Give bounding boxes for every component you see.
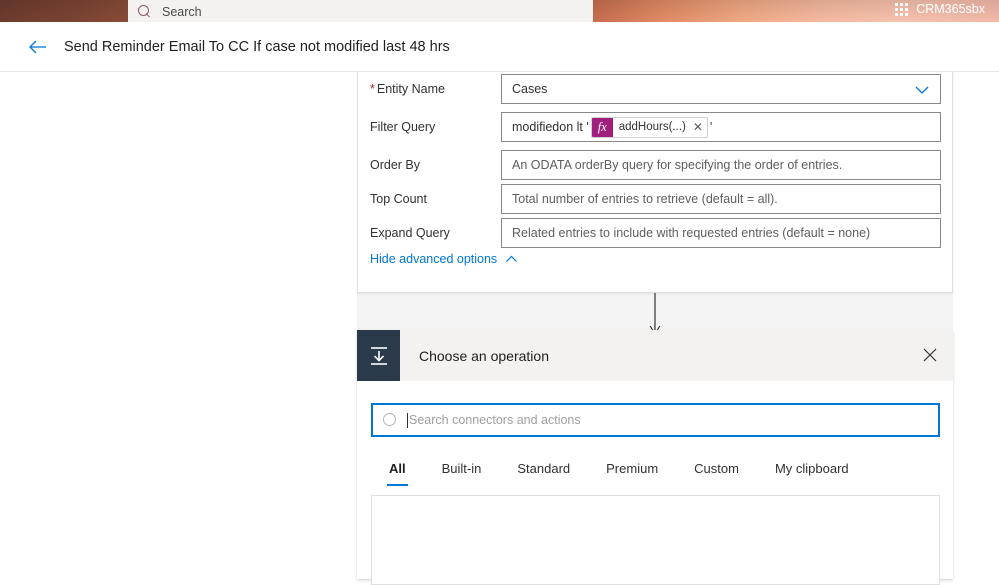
operation-panel-title: Choose an operation bbox=[419, 347, 549, 364]
top-count-placeholder: Total number of entries to retrieve (def… bbox=[512, 192, 778, 206]
expression-token[interactable]: fx addHours(...) ✕ bbox=[590, 116, 708, 138]
expand-query-input[interactable]: Related entries to include with requeste… bbox=[501, 218, 941, 248]
field-row-expand-query: Expand Query Related entries to include … bbox=[358, 216, 954, 250]
entity-name-value: Cases bbox=[512, 82, 548, 96]
tab-standard-label: Standard bbox=[517, 460, 571, 476]
fx-icon: fx bbox=[591, 117, 613, 137]
flow-designer-canvas: * Entity Name Cases Filter Query modified… bbox=[0, 72, 999, 585]
action-card-list-records: * Entity Name Cases Filter Query modified… bbox=[357, 72, 953, 293]
entity-name-dropdown[interactable]: Cases bbox=[501, 74, 941, 104]
expand-query-placeholder: Related entries to include with requeste… bbox=[512, 226, 871, 240]
field-row-filter-query: Filter Query modifiedon lt ' fx addHours… bbox=[358, 110, 954, 144]
filter-query-input[interactable]: modifiedon lt ' fx addHours(...) ✕ ' bbox=[501, 112, 941, 142]
filter-query-suffix: ' bbox=[709, 120, 713, 134]
choose-an-operation-panel: Choose an operation Search connectors an… bbox=[357, 330, 953, 585]
grid-icon bbox=[895, 2, 909, 16]
tab-custom-label: Custom bbox=[694, 460, 739, 476]
field-label-expand-query: Expand Query bbox=[370, 226, 450, 240]
global-search-box[interactable]: Search bbox=[128, 0, 593, 22]
tab-my-clipboard[interactable]: My clipboard bbox=[757, 450, 867, 486]
close-icon[interactable] bbox=[920, 345, 940, 365]
search-icon bbox=[383, 413, 397, 427]
app-top-banner: Search CRM365sbx bbox=[0, 0, 999, 22]
page-title: Send Reminder Email To CC If case not mo… bbox=[64, 38, 450, 55]
operation-panel-header: Choose an operation bbox=[357, 330, 953, 381]
operation-category-tabs: All Built-in Standard Premium Custom My … bbox=[371, 450, 940, 486]
tab-all[interactable]: All bbox=[371, 450, 424, 486]
text-cursor bbox=[407, 412, 408, 428]
command-bar: Send Reminder Email To CC If case not mo… bbox=[0, 22, 999, 72]
top-count-input[interactable]: Total number of entries to retrieve (def… bbox=[501, 184, 941, 214]
operation-search-placeholder: Search connectors and actions bbox=[409, 413, 581, 427]
tab-built-in-label: Built-in bbox=[441, 460, 482, 476]
expression-token-label: addHours(...) bbox=[618, 121, 686, 133]
tab-standard[interactable]: Standard bbox=[499, 450, 588, 486]
tab-built-in[interactable]: Built-in bbox=[424, 450, 500, 486]
field-label-order-by: Order By bbox=[370, 158, 421, 172]
filter-query-prefix: modifiedon lt ' bbox=[512, 120, 589, 134]
chevron-up-icon bbox=[505, 253, 518, 266]
chevron-down-icon[interactable] bbox=[914, 82, 930, 98]
hide-advanced-options-link[interactable]: Hide advanced options bbox=[370, 252, 518, 266]
operation-results-list[interactable] bbox=[371, 495, 940, 585]
tab-premium[interactable]: Premium bbox=[588, 450, 676, 486]
operation-search-input[interactable]: Search connectors and actions bbox=[371, 403, 940, 437]
tab-all-label: All bbox=[389, 460, 406, 476]
order-by-placeholder: An ODATA orderBy query for specifying th… bbox=[512, 158, 843, 172]
environment-name: CRM365sbx bbox=[916, 2, 985, 16]
order-by-input[interactable]: An ODATA orderBy query for specifying th… bbox=[501, 150, 941, 180]
environment-selector[interactable]: CRM365sbx bbox=[895, 2, 985, 16]
tab-custom[interactable]: Custom bbox=[676, 450, 757, 486]
field-row-entity-name: * Entity Name Cases bbox=[358, 72, 954, 106]
hide-advanced-options-label: Hide advanced options bbox=[370, 252, 498, 266]
arrow-left-icon[interactable] bbox=[26, 36, 48, 58]
canvas-left-gutter bbox=[0, 72, 357, 579]
insert-step-icon bbox=[357, 330, 400, 381]
close-icon[interactable]: ✕ bbox=[693, 120, 703, 134]
field-row-order-by: Order By An ODATA orderBy query for spec… bbox=[358, 148, 954, 182]
field-label-entity-name: * Entity Name bbox=[370, 82, 445, 96]
search-icon bbox=[138, 4, 152, 19]
global-search-placeholder: Search bbox=[162, 4, 202, 19]
tab-my-clipboard-label: My clipboard bbox=[774, 460, 849, 476]
field-label-top-count: Top Count bbox=[370, 192, 427, 206]
field-row-top-count: Top Count Total number of entries to ret… bbox=[358, 182, 954, 216]
field-label-filter-query: Filter Query bbox=[370, 120, 436, 134]
required-asterisk: * bbox=[370, 82, 375, 96]
tab-premium-label: Premium bbox=[606, 460, 659, 476]
canvas-right-gutter bbox=[953, 72, 999, 579]
